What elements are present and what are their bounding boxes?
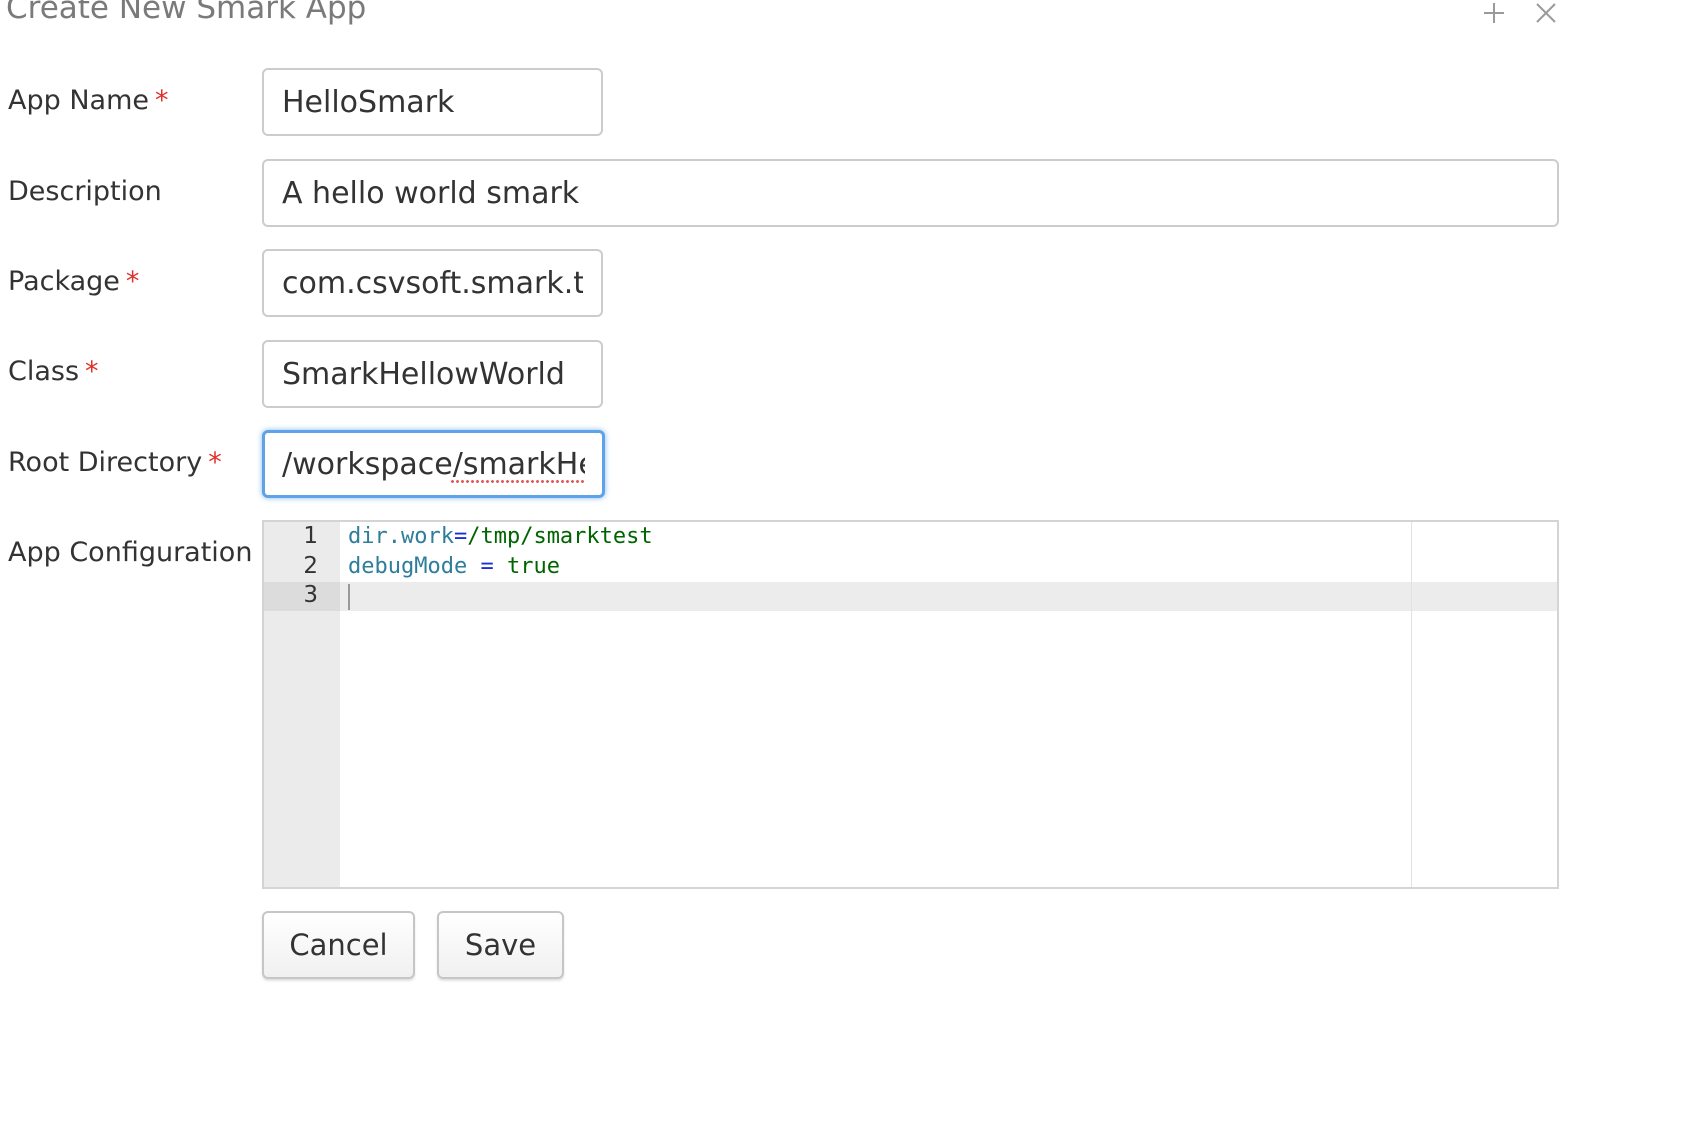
app-name-label: App Name * (8, 85, 169, 116)
plus-icon[interactable] (1481, 0, 1507, 26)
config-value: true (506, 554, 560, 579)
close-icon[interactable] (1533, 0, 1559, 26)
class-input[interactable] (262, 340, 603, 408)
class-label: Class * (8, 356, 99, 387)
app-name-label-text: App Name (8, 85, 149, 116)
code-line[interactable]: dir.work=/tmp/smarktest (348, 522, 653, 552)
config-operator: = (453, 524, 468, 549)
editor-gutter: 1 2 3 (264, 522, 340, 887)
package-label-text: Package (8, 266, 120, 297)
required-star: * (155, 85, 169, 116)
root-directory-input[interactable] (262, 430, 605, 498)
required-star: * (125, 266, 140, 297)
active-line-highlight (264, 582, 1557, 611)
save-button[interactable]: Save (437, 911, 564, 979)
config-key: debugMode (348, 554, 468, 579)
print-margin (1411, 522, 1412, 887)
description-input[interactable] (262, 159, 1559, 227)
package-label: Package * (8, 266, 139, 297)
app-configuration-label-text: App Configuration (8, 537, 253, 568)
dialog-title: Create New Smark App (6, 0, 367, 26)
required-star: * (85, 356, 99, 387)
package-input[interactable] (262, 249, 603, 317)
config-key: dir.work (348, 524, 454, 549)
config-operator: = (467, 554, 507, 579)
root-directory-label: Root Directory * (8, 447, 222, 478)
app-name-input[interactable] (262, 68, 603, 136)
description-label-text: Description (8, 176, 162, 207)
app-configuration-editor[interactable]: 1 2 3 dir.work=/tmp/smarktest debugMode … (262, 520, 1559, 889)
required-star: * (208, 447, 222, 478)
cancel-button[interactable]: Cancel (262, 911, 415, 979)
code-line[interactable]: debugMode = true (348, 552, 560, 582)
line-number: 2 (303, 553, 318, 579)
config-value: /tmp/smarktest (467, 524, 653, 549)
root-directory-label-text: Root Directory (8, 447, 203, 478)
app-configuration-label: App Configuration (8, 537, 252, 568)
line-number: 3 (303, 582, 318, 608)
description-label: Description (8, 176, 162, 207)
class-label-text: Class (8, 356, 80, 387)
line-number: 1 (303, 523, 318, 549)
text-cursor (348, 584, 350, 610)
